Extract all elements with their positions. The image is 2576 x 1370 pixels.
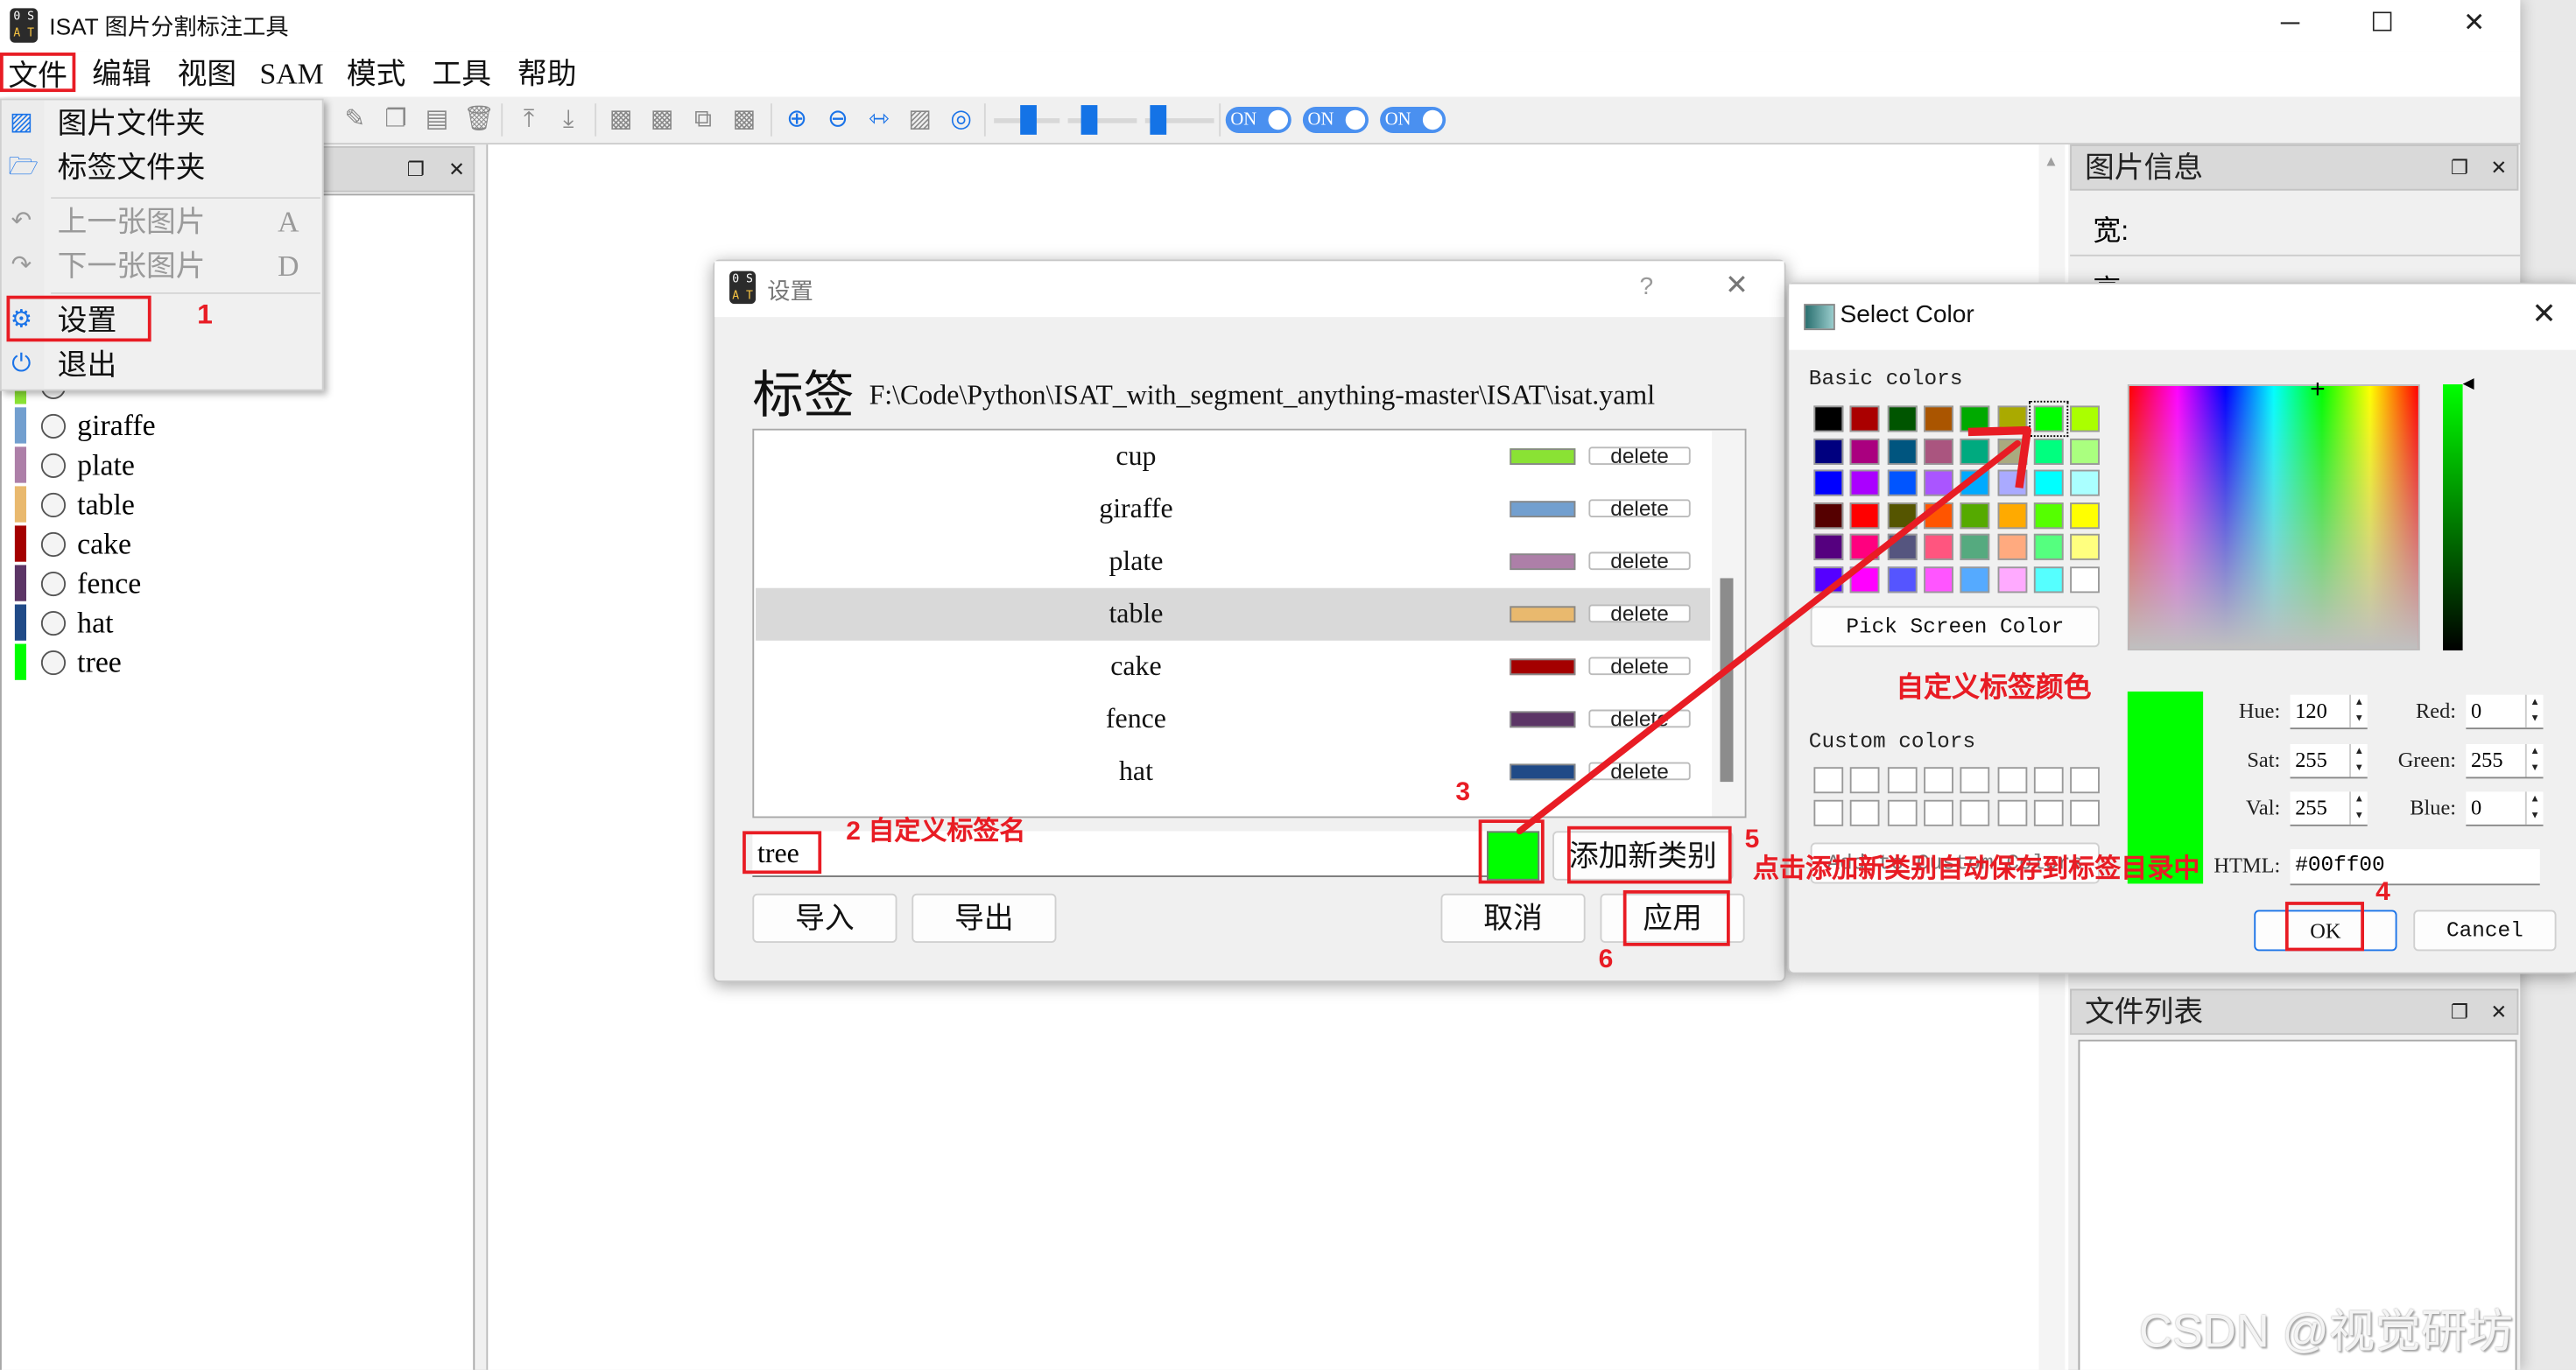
annotation-arrow <box>1516 425 2032 835</box>
screen: 0 SA T ISAT 图片分割标注工具 ─ ☐ ✕ 文件 编辑 视图 SAM … <box>0 0 2576 1370</box>
arrow-shaft <box>1516 439 2021 835</box>
watermark: CSDN @视觉研坊 <box>2138 1305 2513 1357</box>
